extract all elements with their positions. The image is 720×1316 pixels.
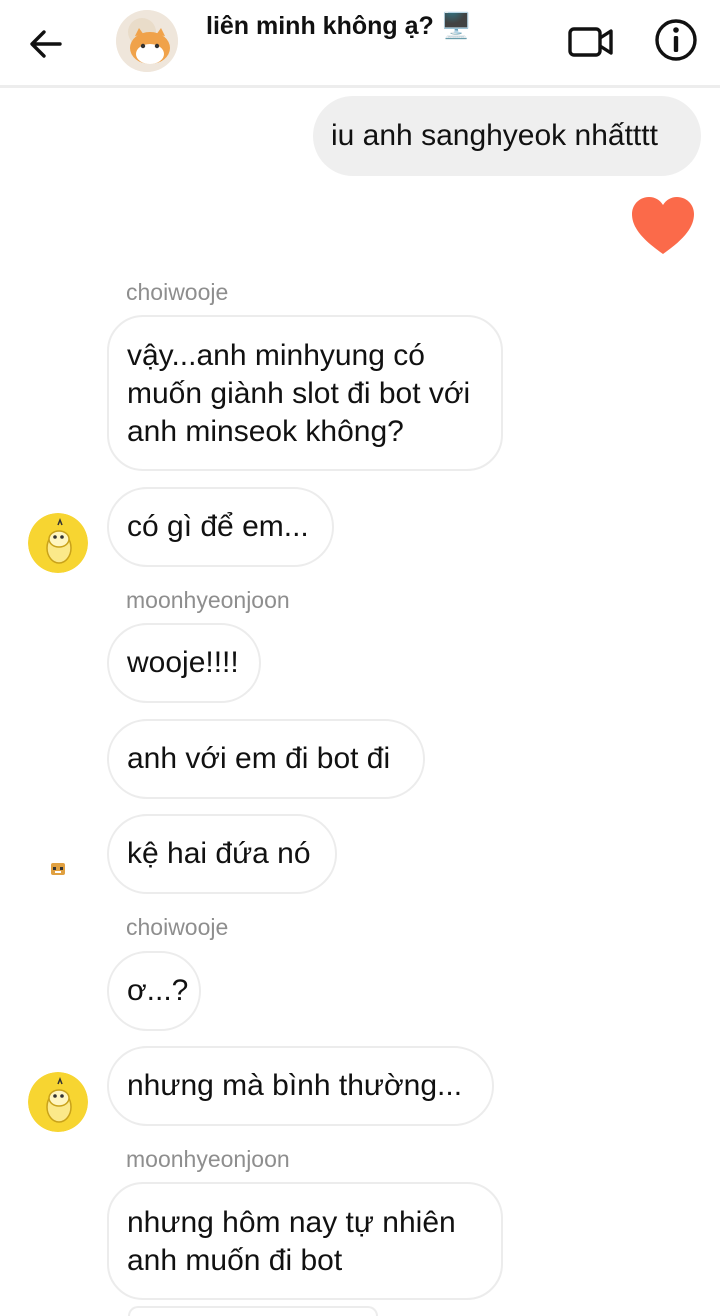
sender-name: choiwooje — [126, 279, 229, 305]
sender-name: choiwooje — [126, 914, 229, 940]
message-text: có gì để em... — [127, 510, 309, 543]
received-message[interactable]: nhưng hôm nay tự nhiên anh muốn đi bot — [107, 1182, 503, 1300]
received-message[interactable]: wooje!!!! — [107, 623, 261, 703]
message-text: nhưng mà bình thường... — [127, 1069, 463, 1102]
avatar[interactable] — [28, 513, 88, 573]
message-text: nhưng hôm nay tự nhiên anh muốn đi bot — [127, 1206, 456, 1277]
back-arrow-icon[interactable] — [24, 22, 68, 66]
chat-header: liên minh không ạ? 🖥️ — [0, 0, 720, 88]
avatar[interactable] — [28, 840, 88, 900]
video-call-icon[interactable] — [566, 20, 616, 64]
message-text: wooje!!!! — [127, 646, 239, 679]
received-message[interactable]: vậy...anh minhyung có muốn giành slot đi… — [107, 315, 503, 471]
sender-name: moonhyeonjoon — [126, 587, 290, 613]
message-text: kệ hai đứa nó — [127, 837, 311, 870]
message-text: anh với em đi bot đi — [127, 742, 391, 775]
received-message[interactable]: nhưng mà bình thường... — [107, 1046, 494, 1126]
message-text: iu anh sanghyeok nhấtttt — [331, 119, 658, 152]
message-text: ơ...? — [127, 974, 189, 1007]
received-message[interactable]: anh với em đi bot đi — [107, 719, 425, 799]
chat-title[interactable]: liên minh không ạ? 🖥️ — [206, 12, 472, 41]
received-message[interactable]: kệ hai đứa nó — [107, 814, 337, 894]
chat-avatar[interactable] — [116, 10, 178, 72]
sender-name: moonhyeonjoon — [126, 1146, 290, 1172]
info-icon[interactable] — [652, 16, 700, 64]
received-message[interactable]: ơ...? — [107, 951, 201, 1031]
message-text: vậy...anh minhyung có muốn giành slot đi… — [127, 339, 471, 448]
heart-icon — [632, 197, 694, 254]
received-message-partial[interactable] — [128, 1306, 378, 1316]
avatar[interactable] — [28, 1072, 88, 1132]
sent-message[interactable]: iu anh sanghyeok nhấtttt — [313, 96, 701, 176]
received-message[interactable]: có gì để em... — [107, 487, 334, 567]
